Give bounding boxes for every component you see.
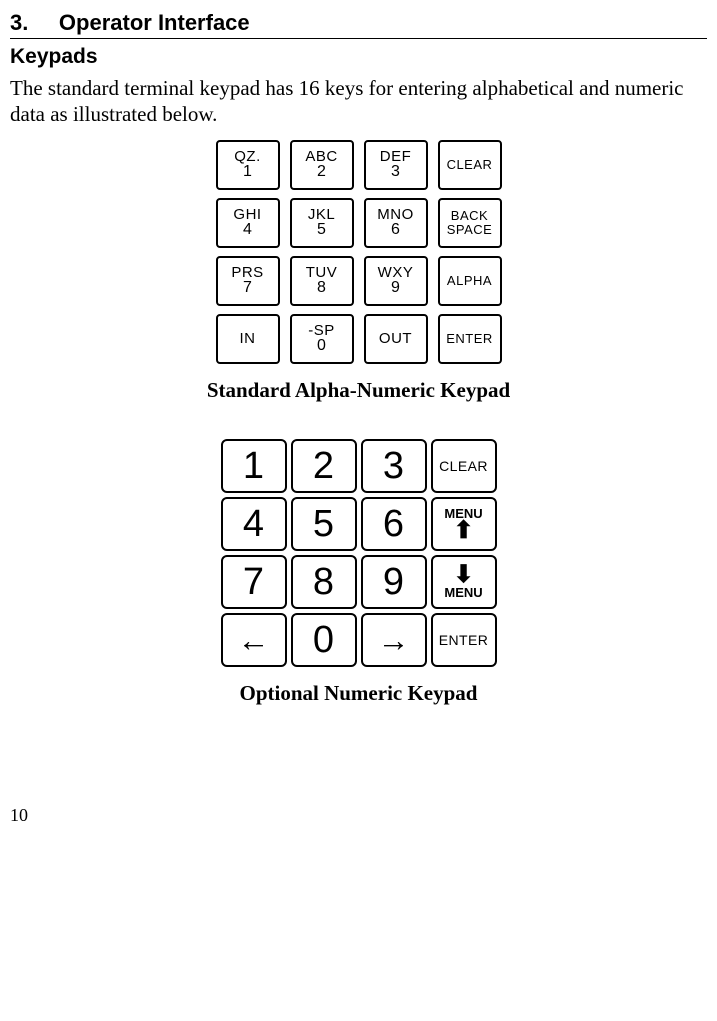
numkey-menu-down[interactable]: ⬇ MENU bbox=[431, 555, 497, 609]
key-6-mno[interactable]: MNO6 bbox=[364, 198, 428, 248]
numkey-1[interactable]: 1 bbox=[221, 439, 287, 493]
alpha-keypad: QZ.1 ABC2 DEF3 CLEAR GHI4 JKL5 MNO6 BACK… bbox=[216, 140, 502, 364]
key-5-jkl[interactable]: JKL5 bbox=[290, 198, 354, 248]
arrow-right-icon: → bbox=[378, 627, 410, 653]
key-2-abc[interactable]: ABC2 bbox=[290, 140, 354, 190]
key-enter[interactable]: ENTER bbox=[438, 314, 502, 364]
numkey-7[interactable]: 7 bbox=[221, 555, 287, 609]
numkey-right[interactable]: → bbox=[361, 613, 427, 667]
numkey-5[interactable]: 5 bbox=[291, 497, 357, 551]
key-4-ghi[interactable]: GHI4 bbox=[216, 198, 280, 248]
key-in[interactable]: IN bbox=[216, 314, 280, 364]
section-rule bbox=[10, 38, 707, 39]
key-out[interactable]: OUT bbox=[364, 314, 428, 364]
numkey-left[interactable]: ← bbox=[221, 613, 287, 667]
numkey-3[interactable]: 3 bbox=[361, 439, 427, 493]
intro-paragraph: The standard terminal keypad has 16 keys… bbox=[10, 75, 707, 128]
numeric-keypad-caption: Optional Numeric Keypad bbox=[10, 681, 707, 706]
key-3-def[interactable]: DEF3 bbox=[364, 140, 428, 190]
arrow-left-icon: ← bbox=[238, 627, 270, 653]
keypads-subheading: Keypads bbox=[10, 45, 707, 69]
key-7-prs[interactable]: PRS7 bbox=[216, 256, 280, 306]
key-8-tuv[interactable]: TUV8 bbox=[290, 256, 354, 306]
page-number: 10 bbox=[10, 805, 28, 826]
key-1-qz[interactable]: QZ.1 bbox=[216, 140, 280, 190]
numkey-enter[interactable]: ENTER bbox=[431, 613, 497, 667]
section-number: 3. bbox=[10, 10, 28, 36]
numkey-6[interactable]: 6 bbox=[361, 497, 427, 551]
numkey-clear[interactable]: CLEAR bbox=[431, 439, 497, 493]
alpha-keypad-caption: Standard Alpha-Numeric Keypad bbox=[10, 378, 707, 403]
arrow-down-icon: ⬇ bbox=[453, 565, 473, 585]
numkey-4[interactable]: 4 bbox=[221, 497, 287, 551]
key-clear[interactable]: CLEAR bbox=[438, 140, 502, 190]
numkey-2[interactable]: 2 bbox=[291, 439, 357, 493]
key-alpha[interactable]: ALPHA bbox=[438, 256, 502, 306]
section-title-text: Operator Interface bbox=[59, 10, 250, 35]
numkey-8[interactable]: 8 bbox=[291, 555, 357, 609]
numkey-0[interactable]: 0 bbox=[291, 613, 357, 667]
key-backspace[interactable]: BACKSPACE bbox=[438, 198, 502, 248]
section-heading: 3. Operator Interface bbox=[10, 10, 707, 36]
numeric-keypad: 1 2 3 CLEAR 4 5 6 MENU ⬆ 7 8 9 ⬇ MENU ← … bbox=[221, 439, 497, 667]
key-9-wxy[interactable]: WXY9 bbox=[364, 256, 428, 306]
arrow-up-icon: ⬆ bbox=[453, 521, 473, 541]
numkey-menu-up[interactable]: MENU ⬆ bbox=[431, 497, 497, 551]
numkey-9[interactable]: 9 bbox=[361, 555, 427, 609]
key-0-sp[interactable]: -SP0 bbox=[290, 314, 354, 364]
